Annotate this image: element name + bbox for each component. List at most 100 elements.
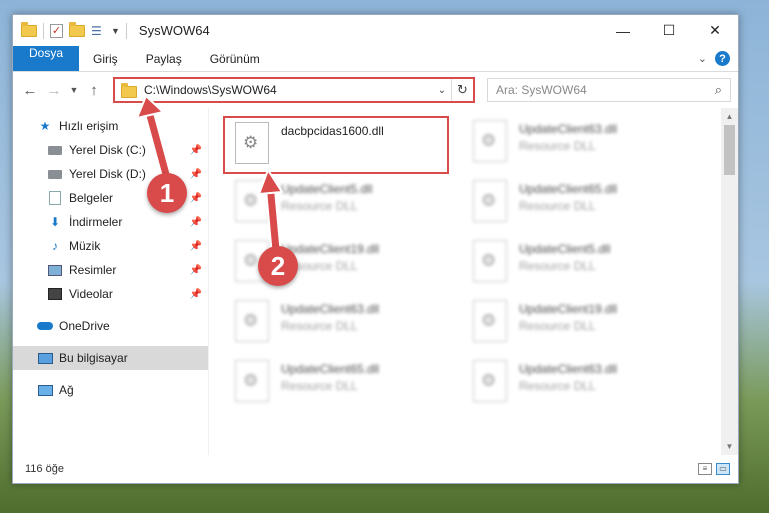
- chevron-down-icon[interactable]: ⌄: [433, 85, 451, 96]
- main-content: ★ Hızlı erişim Yerel Disk (C:) 📌 Yerel D…: [13, 108, 738, 455]
- forward-arrow-icon[interactable]: →: [43, 79, 65, 101]
- file-item[interactable]: UpdateClient5.dll Resource DLL: [467, 236, 705, 296]
- star-icon: ★: [39, 119, 51, 133]
- network-icon: [37, 382, 53, 398]
- tab-paylas[interactable]: Paylaş: [132, 46, 196, 71]
- refresh-icon[interactable]: ↻: [451, 79, 473, 101]
- dll-file-icon: [235, 122, 269, 164]
- sidebar-item-label: İndirmeler: [69, 215, 123, 229]
- view-buttons: ≡ ▭: [698, 463, 738, 475]
- file-type: Resource DLL: [519, 379, 596, 393]
- pin-icon[interactable]: 📌: [190, 265, 202, 276]
- details-view-icon[interactable]: ≡: [698, 463, 712, 475]
- sidebar-item-label: Yerel Disk (C:): [69, 143, 146, 157]
- sidebar-item-label: Videolar: [69, 287, 113, 301]
- callout-badge-1: 1: [147, 173, 187, 213]
- customize-toolbar-icon[interactable]: ▼: [111, 26, 120, 36]
- onedrive-cloud-icon: [37, 318, 53, 334]
- file-type: Resource DLL: [281, 319, 358, 333]
- downloads-icon: ⬇: [49, 215, 61, 229]
- new-folder-icon[interactable]: [69, 21, 85, 37]
- ribbon-tabs: Dosya Giriş Paylaş Görünüm ⌄ ?: [13, 46, 738, 72]
- search-icon[interactable]: ⌕: [715, 82, 722, 98]
- computer-icon: [37, 350, 53, 366]
- tab-gorunum[interactable]: Görünüm: [196, 46, 274, 71]
- help-icon[interactable]: ?: [715, 51, 730, 66]
- sidebar-item-quick-access[interactable]: ★ Hızlı erişim: [13, 114, 208, 138]
- sidebar-item-label: Bu bilgisayar: [59, 351, 128, 365]
- properties-icon[interactable]: ☰: [91, 24, 105, 38]
- file-item-dacbpcidas1600[interactable]: dacbpcidas1600.dll: [223, 116, 449, 174]
- expand-ribbon-icon[interactable]: ⌄: [698, 52, 707, 65]
- close-button[interactable]: ✕: [692, 15, 738, 46]
- sidebar-item-label: Resimler: [69, 263, 117, 277]
- toolbar-separator: [125, 22, 127, 39]
- pin-icon[interactable]: 📌: [190, 193, 202, 204]
- file-type: Resource DLL: [281, 199, 358, 213]
- folder-icon: [121, 82, 137, 98]
- documents-icon: [47, 190, 63, 206]
- sidebar-item-this-pc[interactable]: Bu bilgisayar: [13, 346, 208, 370]
- address-path[interactable]: C:\Windows\SysWOW64: [144, 83, 433, 97]
- file-type: Resource DLL: [519, 319, 596, 333]
- large-icons-view-icon[interactable]: ▭: [716, 463, 730, 475]
- scrollbar-thumb[interactable]: [724, 125, 735, 175]
- sidebar-item-videos[interactable]: Videolar 📌: [13, 282, 208, 306]
- file-name: UpdateClient65.dll: [281, 362, 380, 376]
- recent-locations-icon[interactable]: ▼: [67, 79, 81, 101]
- file-name: UpdateClient19.dll: [281, 242, 380, 256]
- sidebar-item-onedrive[interactable]: OneDrive: [13, 314, 208, 338]
- sidebar-item-label: Müzik: [69, 239, 101, 253]
- scroll-down-icon[interactable]: ▼: [721, 438, 738, 455]
- tab-giris[interactable]: Giriş: [79, 46, 132, 71]
- file-item[interactable]: UpdateClient63.dll Resource DLL: [229, 296, 467, 356]
- callout-badge-2: 2: [258, 246, 298, 286]
- scroll-up-icon[interactable]: ▲: [721, 108, 738, 125]
- file-item[interactable]: UpdateClient5.dll Resource DLL: [229, 176, 467, 236]
- pin-icon[interactable]: 📌: [190, 289, 202, 300]
- file-item[interactable]: UpdateClient19.dll Resource DLL: [467, 296, 705, 356]
- pin-icon[interactable]: 📌: [190, 145, 202, 156]
- up-arrow-icon[interactable]: ↑: [83, 79, 105, 101]
- sidebar-item-label: Belgeler: [69, 191, 114, 205]
- drive-icon: [47, 166, 63, 182]
- sidebar-item-pictures[interactable]: Resimler 📌: [13, 258, 208, 282]
- folder-icon: [21, 21, 37, 37]
- sidebar-item-downloads[interactable]: ⬇ İndirmeler 📌: [13, 210, 208, 234]
- quick-access-toolbar: ✓ ☰ ▼: [13, 21, 127, 39]
- explorer-window: ✓ ☰ ▼ SysWOW64 — ☐ ✕ Dosya Giriş Paylaş …: [12, 14, 739, 484]
- minimize-button[interactable]: —: [600, 15, 646, 46]
- dll-file-icon: [235, 180, 269, 222]
- sidebar-item-disk-c[interactable]: Yerel Disk (C:) 📌: [13, 138, 208, 162]
- videos-icon: [47, 286, 63, 302]
- ribbon-right: ⌄ ?: [698, 46, 738, 71]
- tab-dosya[interactable]: Dosya: [13, 46, 80, 71]
- file-item[interactable]: UpdateClient65.dll Resource DLL: [229, 356, 467, 416]
- search-placeholder: Ara: SysWOW64: [496, 83, 587, 97]
- window-title: SysWOW64: [138, 23, 210, 38]
- item-count: 116 öğe: [25, 463, 64, 475]
- window-controls: — ☐ ✕: [600, 15, 738, 46]
- sidebar-item-network[interactable]: Ağ: [13, 378, 208, 402]
- maximize-button[interactable]: ☐: [646, 15, 692, 46]
- search-input[interactable]: Ara: SysWOW64 ⌕: [487, 78, 731, 102]
- dll-file-icon: [473, 240, 507, 282]
- file-name: UpdateClient63.dll: [281, 302, 380, 316]
- back-arrow-icon[interactable]: ←: [19, 79, 41, 101]
- dll-file-icon: [235, 300, 269, 342]
- pin-icon[interactable]: 📌: [190, 217, 202, 228]
- sidebar-item-label: Hızlı erişim: [59, 119, 119, 133]
- dll-file-icon: [473, 360, 507, 402]
- file-type: Resource DLL: [519, 199, 596, 213]
- properties-check-icon[interactable]: ✓: [50, 23, 63, 38]
- sidebar-item-music[interactable]: ♪ Müzik 📌: [13, 234, 208, 258]
- pin-icon[interactable]: 📌: [190, 169, 202, 180]
- pin-icon[interactable]: 📌: [190, 241, 202, 252]
- file-item[interactable]: UpdateClient63.dll Resource DLL: [467, 116, 705, 176]
- file-name: UpdateClient63.dll: [519, 122, 618, 136]
- file-type: Resource DLL: [519, 139, 596, 153]
- file-item[interactable]: UpdateClient65.dll Resource DLL: [467, 176, 705, 236]
- vertical-scrollbar[interactable]: ▲ ▼: [721, 108, 738, 455]
- file-item[interactable]: UpdateClient63.dll Resource DLL: [467, 356, 705, 416]
- address-bar[interactable]: C:\Windows\SysWOW64 ⌄ ↻: [113, 77, 475, 103]
